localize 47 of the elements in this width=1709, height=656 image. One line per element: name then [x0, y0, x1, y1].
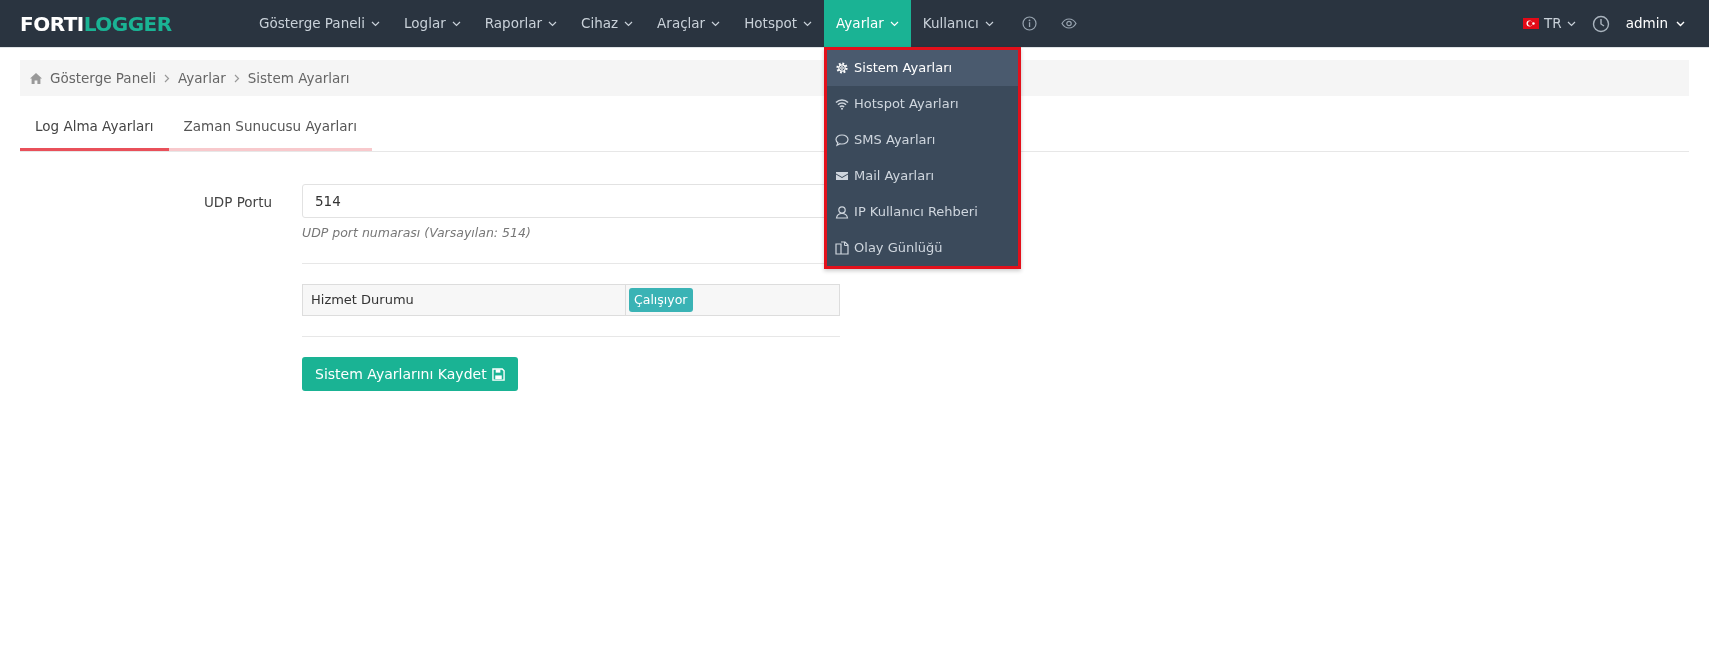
menu-item[interactable]: Sistem Ayarları [827, 50, 1019, 86]
chevron-down-icon [1566, 20, 1576, 27]
nav-menu[interactable]: Cihaz [569, 0, 646, 47]
envelope-icon [835, 169, 850, 183]
chevron-down-icon [548, 20, 557, 27]
clock-icon[interactable] [1591, 14, 1610, 33]
chevron-right-icon [164, 73, 170, 83]
nav-menu[interactable]: Araçlar [645, 0, 733, 47]
menu-item[interactable]: Hotspot Ayarları [827, 86, 1019, 122]
wifi-icon [835, 97, 850, 111]
documents-icon [835, 241, 850, 255]
logo[interactable]: FORTILOGGER [0, 8, 247, 39]
chevron-down-icon [889, 20, 899, 27]
settings-icon [835, 61, 850, 75]
tab[interactable]: Zaman Sunucusu Ayarları [168, 108, 372, 152]
menu-item[interactable]: SMS Ayarları [827, 122, 1019, 158]
menu-item[interactable]: Olay Günlüğü [827, 230, 1019, 266]
home-icon [30, 72, 42, 84]
user-menu[interactable]: admin [1625, 13, 1685, 34]
breadcrumb-link[interactable]: Sistem Ayarları [247, 67, 350, 89]
chevron-right-icon [233, 73, 240, 83]
field-label: UDP Portu [202, 193, 273, 213]
chevron-down-icon [711, 20, 721, 27]
nav-menu[interactable]: Raporlar [472, 0, 569, 47]
help-text: UDP port numarası (Varsayılan: 514) [302, 224, 532, 243]
nav-menu[interactable]: Kullanıcı [910, 0, 1006, 47]
info-icon[interactable] [1021, 16, 1037, 31]
breadcrumb-link[interactable]: Ayarlar [178, 67, 226, 89]
nav-menu[interactable]: Gösterge Paneli [247, 0, 392, 47]
speech-bubble-icon [835, 133, 850, 147]
chevron-down-icon [1676, 20, 1685, 27]
flag-icon [1523, 18, 1540, 29]
save-icon [491, 367, 505, 381]
eye-icon[interactable] [1060, 18, 1077, 29]
chevron-down-icon [371, 20, 380, 27]
chevron-down-icon [451, 20, 461, 27]
chevron-down-icon [984, 20, 994, 27]
nav-menu[interactable]: Loglar [392, 0, 473, 47]
tab[interactable]: Log Alma Ayarları [20, 108, 169, 152]
user-icon [835, 205, 850, 219]
chevron-down-icon [624, 20, 634, 27]
language-menu[interactable]: TR [1523, 13, 1576, 34]
nav-menu[interactable]: Hotspot [732, 0, 825, 47]
status-badge: Çalışıyor [629, 287, 693, 313]
table-cell-text: Hizmet Durumu [311, 291, 414, 310]
chevron-down-icon [803, 20, 813, 27]
breadcrumb-link[interactable]: Gösterge Paneli [50, 67, 156, 89]
